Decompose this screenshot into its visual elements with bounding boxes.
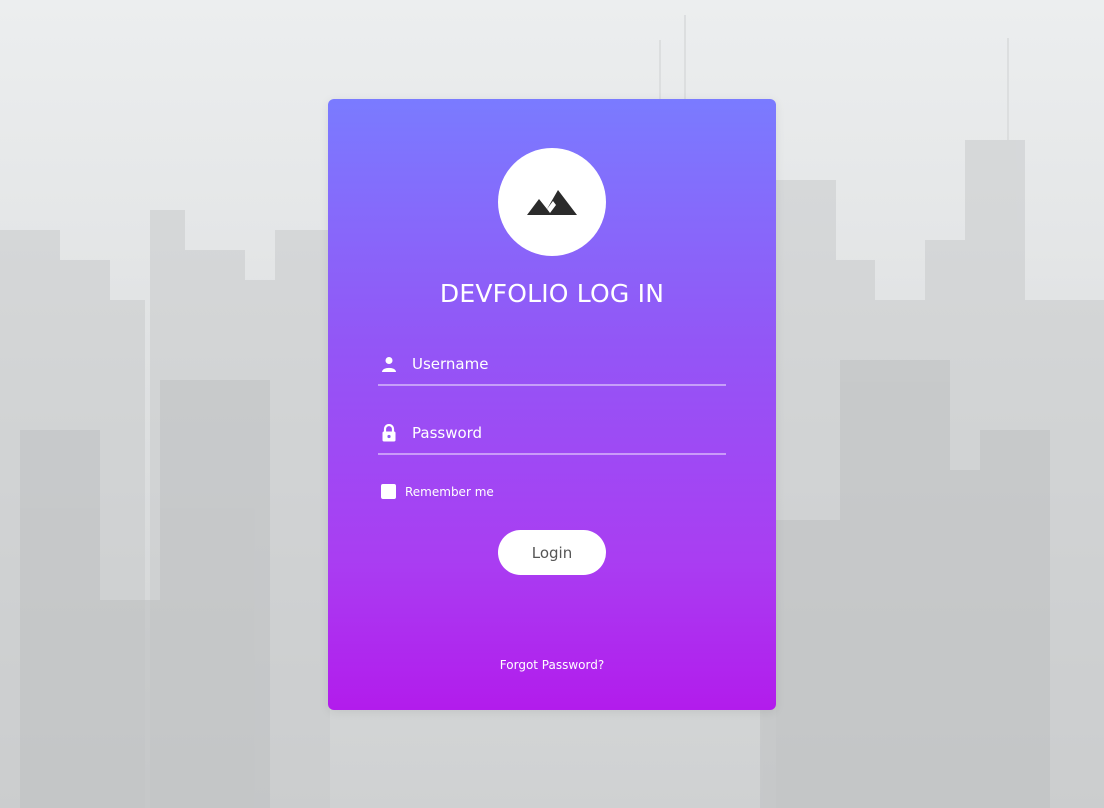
login-title: DEVFOLIO LOG IN bbox=[439, 279, 665, 308]
user-icon bbox=[380, 355, 398, 373]
password-input[interactable] bbox=[412, 418, 726, 448]
username-field[interactable] bbox=[378, 344, 726, 386]
username-input[interactable] bbox=[412, 349, 726, 379]
remember-me-checkbox[interactable] bbox=[381, 484, 396, 499]
forgot-password-link[interactable]: Forgot Password? bbox=[328, 658, 776, 672]
login-page: DEVFOLIO LOG IN Remember m bbox=[0, 0, 1104, 808]
login-button[interactable]: Login bbox=[498, 530, 606, 575]
mountains-icon bbox=[527, 190, 577, 215]
logo bbox=[498, 148, 606, 256]
password-field[interactable] bbox=[378, 413, 726, 455]
lock-icon bbox=[380, 424, 398, 442]
login-card: DEVFOLIO LOG IN Remember m bbox=[328, 99, 776, 710]
remember-me-label: Remember me bbox=[405, 484, 494, 499]
remember-me[interactable]: Remember me bbox=[381, 484, 494, 499]
